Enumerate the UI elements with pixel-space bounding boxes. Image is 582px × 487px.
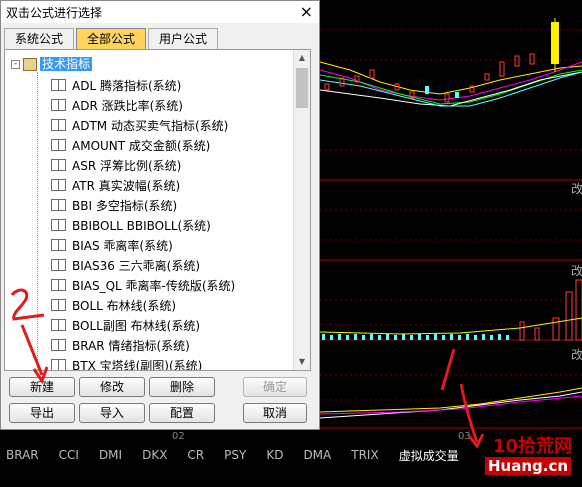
indicator-tab-cr[interactable]: CR xyxy=(187,448,204,462)
formula-item-label: BIAS 乖离率(系统) xyxy=(72,238,173,253)
book-icon xyxy=(51,119,66,131)
config-button[interactable]: 配置 xyxy=(149,403,215,423)
close-icon[interactable]: × xyxy=(300,2,313,21)
indicator-tab-dma[interactable]: DMA xyxy=(303,448,331,462)
formula-item-label: BBI 多空指标(系统) xyxy=(72,198,178,213)
scrollbar-thumb[interactable] xyxy=(296,68,308,108)
indicator-tab-cci[interactable]: CCI xyxy=(59,448,79,462)
collapse-toggle-icon[interactable]: - xyxy=(11,59,20,69)
tree-root-label: 技术指标 xyxy=(40,57,93,71)
chart-side-label: 改 xyxy=(571,348,582,362)
cancel-button[interactable]: 取消 xyxy=(243,403,307,423)
indicator-tab-kd[interactable]: KD xyxy=(266,448,283,462)
book-icon xyxy=(51,159,66,171)
import-button[interactable]: 导入 xyxy=(79,403,145,423)
indicator-tab-dmi[interactable]: DMI xyxy=(99,448,122,462)
formula-item-label: ADTM 动态买卖气指标(系统) xyxy=(72,118,229,133)
book-icon xyxy=(51,139,66,151)
delete-button[interactable]: 删除 xyxy=(149,377,215,397)
chart-side-label: 改 xyxy=(571,264,582,278)
formula-item-asr[interactable]: ASR 浮筹比例(系统) xyxy=(51,155,181,175)
formula-item-label: BOLL 布林线(系统) xyxy=(72,298,177,313)
tab-system-formulas[interactable]: 系统公式 xyxy=(4,28,75,50)
formula-item-atr[interactable]: ATR 真实波幅(系统) xyxy=(51,175,180,195)
formula-item-label: AMOUNT 成交金额(系统) xyxy=(72,138,211,153)
formula-item-label: ADL 腾落指标(系统) xyxy=(72,78,182,93)
indicator-tab-dkx[interactable]: DKX xyxy=(142,448,167,462)
folder-icon xyxy=(23,57,37,71)
formula-item-label: BTX 宝塔线(副图)(系统) xyxy=(72,358,203,371)
indicator-tab-trix[interactable]: TRIX xyxy=(351,448,378,462)
formula-item-adl[interactable]: ADL 腾落指标(系统) xyxy=(51,75,181,95)
annotation-arrow-icon xyxy=(459,383,485,449)
tree-root-technical-indicators[interactable]: - 技术指标 xyxy=(11,56,93,72)
book-icon xyxy=(51,199,66,211)
book-icon xyxy=(51,219,66,231)
formula-item-adtm[interactable]: ADTM 动态买卖气指标(系统) xyxy=(51,115,228,135)
formula-item-bias36[interactable]: BIAS36 三六乖离(系统) xyxy=(51,255,200,275)
vertical-scrollbar[interactable]: ▲ ▼ xyxy=(293,50,310,370)
scroll-down-icon[interactable]: ▼ xyxy=(294,354,310,370)
formula-item-label: BOLL副图 布林线(系统) xyxy=(72,318,201,333)
formula-item-adr[interactable]: ADR 涨跌比率(系统) xyxy=(51,95,183,115)
modify-button[interactable]: 修改 xyxy=(79,377,145,397)
book-icon xyxy=(51,259,66,271)
dialog-titlebar: 双击公式进行选择 × xyxy=(1,1,319,23)
book-icon xyxy=(51,239,66,251)
formula-item-label: BIAS_QL 乖离率-传统版(系统) xyxy=(72,278,236,293)
formula-item-label: BRAR 情绪指标(系统) xyxy=(72,338,190,353)
confirm-button[interactable]: 确定 xyxy=(243,377,307,397)
indicator-tab-virtual-volume[interactable]: 虚拟成交量 xyxy=(399,447,459,464)
formula-tabs: 系统公式 全部公式 用户公式 xyxy=(4,28,220,50)
formula-item-label: BBIBOLL BBIBOLL(系统) xyxy=(72,218,211,233)
dialog-title: 双击公式进行选择 xyxy=(6,5,103,20)
watermark-logo: 10拾荒网 xyxy=(493,436,573,457)
tab-all-formulas[interactable]: 全部公式 xyxy=(76,28,147,50)
formula-item-label: ATR 真实波幅(系统) xyxy=(72,178,181,193)
indicator-tab-brar[interactable]: BRAR xyxy=(6,448,39,462)
book-icon xyxy=(51,79,66,91)
indicator-tab-psy[interactable]: PSY xyxy=(224,448,246,462)
book-icon xyxy=(51,179,66,191)
annotation-arrow-icon xyxy=(10,288,49,385)
formula-item-label: BIAS36 三六乖离(系统) xyxy=(72,258,201,273)
formula-item-amount[interactable]: AMOUNT 成交金额(系统) xyxy=(51,135,210,155)
formula-item-bbi[interactable]: BBI 多空指标(系统) xyxy=(51,195,177,215)
export-button[interactable]: 导出 xyxy=(9,403,75,423)
formula-item-label: ADR 涨跌比率(系统) xyxy=(72,98,183,113)
formula-item-bbiboll[interactable]: BBIBOLL BBIBOLL(系统) xyxy=(51,215,211,235)
formula-item-label: ASR 浮筹比例(系统) xyxy=(72,158,182,173)
scroll-up-icon[interactable]: ▲ xyxy=(294,50,310,66)
chart-side-label: 改 xyxy=(571,182,582,196)
tab-user-formulas[interactable]: 用户公式 xyxy=(148,28,219,50)
formula-item-bias-ql[interactable]: BIAS_QL 乖离率-传统版(系统) xyxy=(51,275,235,295)
book-icon xyxy=(51,99,66,111)
formula-item-bias[interactable]: BIAS 乖离率(系统) xyxy=(51,235,173,255)
watermark-domain: Huang.cn xyxy=(485,457,572,475)
time-axis-label: 02 xyxy=(172,431,185,442)
